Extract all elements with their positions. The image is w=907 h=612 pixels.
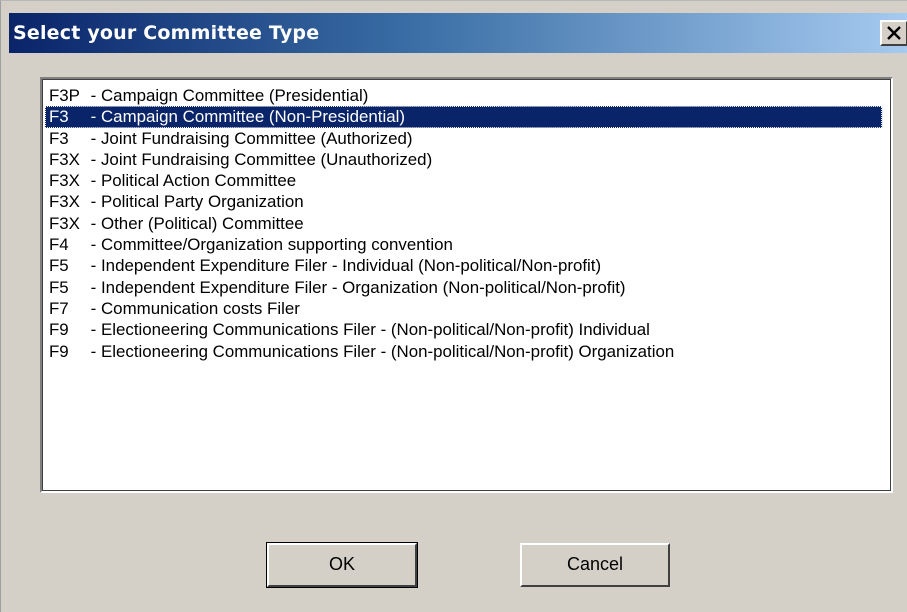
committee-code: F3X [48,149,80,169]
committee-description: - Campaign Committee (Non-Presidential) [90,107,405,127]
dialog-title: Select your Committee Type [13,22,320,44]
committee-description: - Independent Expenditure Filer - Indivi… [90,256,602,276]
title-bar[interactable]: Select your Committee Type [9,13,907,53]
committee-code: F9 [48,320,69,340]
committee-type-list: F3P - Campaign Committee (Presidential) F3… [45,85,888,362]
committee-type-listbox[interactable]: F3P - Campaign Committee (Presidential) F3… [40,77,893,493]
committee-code: F3X [48,213,80,233]
committee-description: - Joint Fundraising Committee (Authorize… [90,128,413,148]
list-item[interactable]: F9 - Electioneering Communications Filer … [45,319,882,340]
list-item[interactable]: F3X - Political Action Committee [45,170,882,191]
ok-button-label: OK [328,554,355,574]
committee-code: F3 [48,107,69,127]
committee-description: - Joint Fundraising Committee (Unauthori… [90,149,433,169]
committee-code: F4 [48,235,69,255]
cancel-button-label: Cancel [566,554,624,574]
committee-code: F3P [48,86,80,105]
committee-description: - Electioneering Communications Filer - … [90,320,650,340]
committee-description: - Campaign Committee (Presidential) [90,86,369,105]
list-item[interactable]: F3X - Joint Fundraising Committee (Unauth… [45,149,882,170]
committee-description: - Electioneering Communications Filer - … [90,341,675,361]
committee-type-dialog: Select your Committee Type F3P - Campaign… [0,0,907,612]
committee-description: - Other (Political) Committee [90,213,304,233]
committee-description: - Independent Expenditure Filer - Organi… [90,277,626,297]
committee-code: F3X [48,192,80,212]
committee-description: - Political Action Committee [90,171,297,191]
list-item[interactable]: F3P - Campaign Committee (Presidential) [45,85,882,106]
list-item[interactable]: F3X - Other (Political) Committee [45,213,882,234]
committee-description: - Political Party Organization [90,192,304,212]
list-item[interactable]: F9 - Electioneering Communications Filer … [45,341,882,362]
committee-description: - Communication costs Filer [90,298,300,318]
list-item[interactable]: F3 - Joint Fundraising Committee (Authori… [45,128,882,149]
ok-button[interactable]: OK [266,542,418,588]
committee-code: F9 [48,341,69,361]
committee-code: F5 [48,277,69,297]
close-icon [887,26,901,40]
committee-code: F7 [48,298,69,318]
list-item[interactable]: F5 - Independent Expenditure Filer - Orga… [45,277,882,298]
committee-code: F3X [48,171,80,191]
committee-description: - Committee/Organization supporting conv… [90,235,453,255]
cancel-button[interactable]: Cancel [520,543,670,587]
list-item[interactable]: F3 - Campaign Committee (Non-Presidential… [45,106,883,128]
list-item[interactable]: F7 - Communication costs Filer [45,298,882,319]
committee-code: F5 [48,256,69,276]
committee-code: F3 [48,128,69,148]
close-button[interactable] [880,20,907,46]
list-item[interactable]: F4 - Committee/Organization supporting co… [45,234,882,255]
list-item[interactable]: F5 - Independent Expenditure Filer - Indi… [45,255,882,276]
list-item[interactable]: F3X - Political Party Organization [45,191,882,212]
